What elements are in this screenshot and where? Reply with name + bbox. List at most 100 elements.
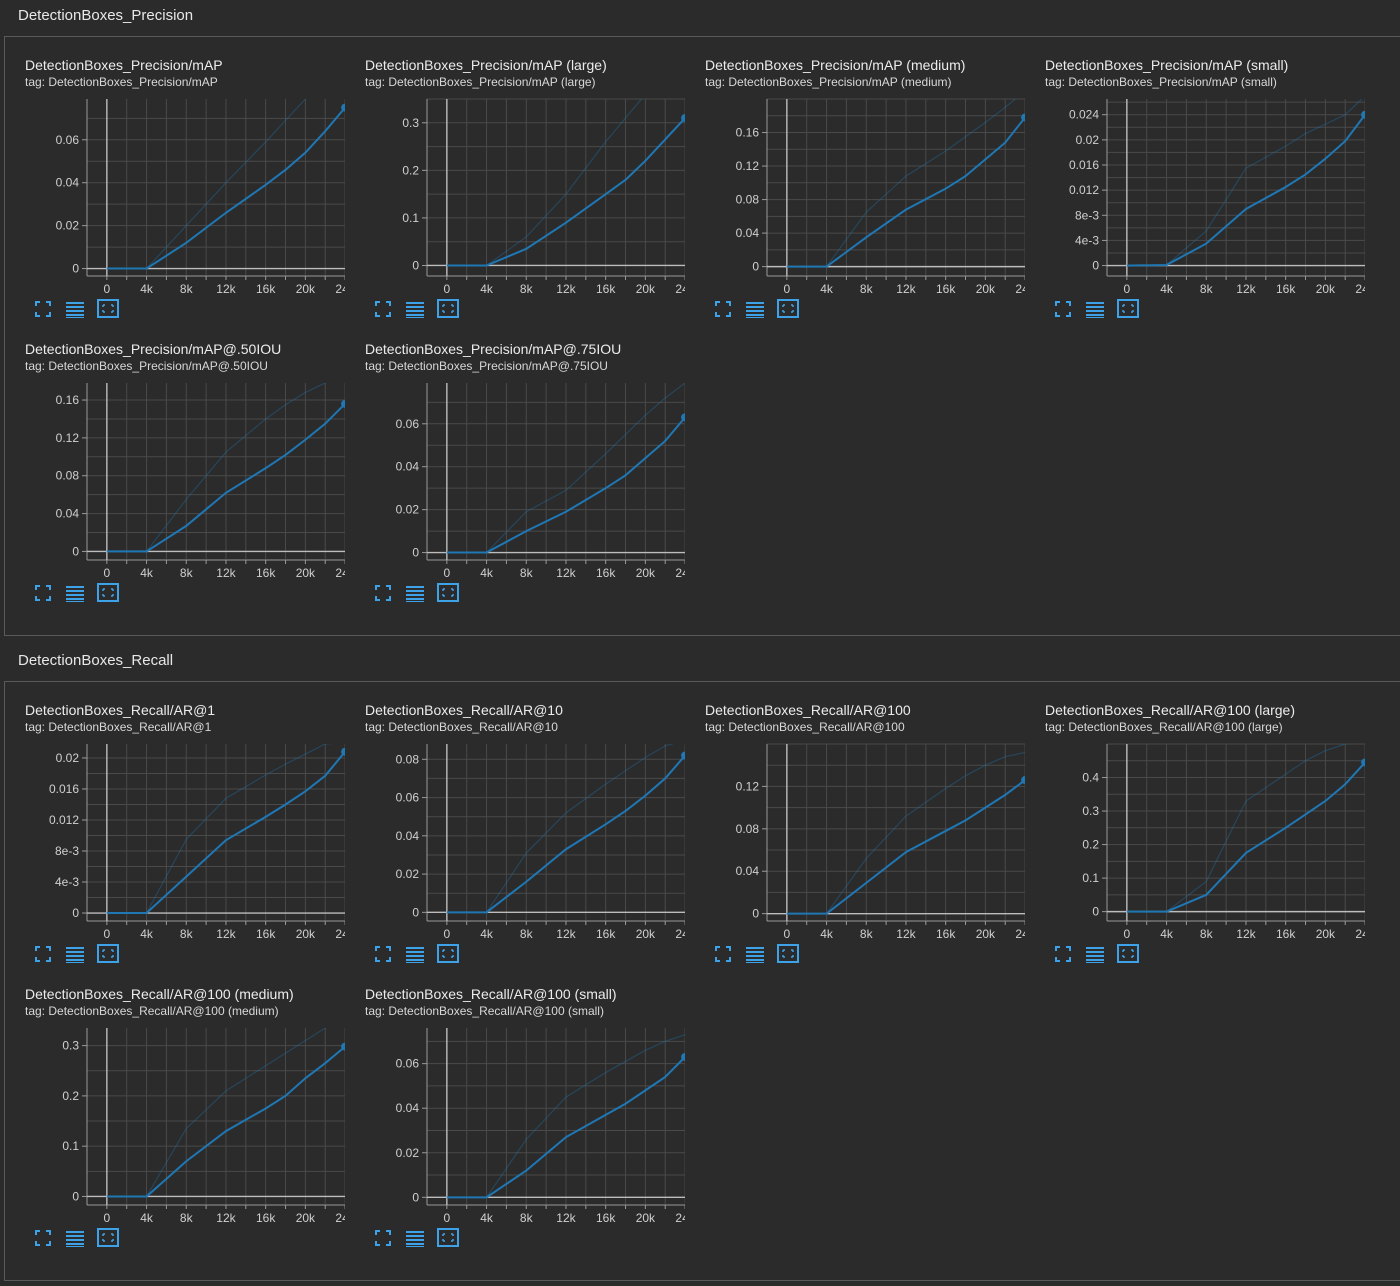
- list-icon[interactable]: [745, 299, 767, 319]
- chart-toolbar: [1053, 944, 1153, 964]
- chart-toolbar: [1053, 299, 1153, 319]
- y-tick-label: 0.04: [396, 460, 420, 474]
- chart-svg[interactable]: 0 4k 8k 12k 16k 20k 24k 0 0.1 0.2 0.3: [5, 966, 345, 1226]
- x-tick-label: 12k: [896, 282, 916, 296]
- list-icon[interactable]: [405, 583, 427, 603]
- chart-svg[interactable]: 0 4k 8k 12k 16k 20k 24k 0 0.04 0.08 0.12 0.16: [685, 37, 1025, 297]
- fullscreen-icon[interactable]: [373, 944, 395, 964]
- chart-svg[interactable]: 0 4k 8k 12k 16k 20k 24k 0 0.02 0.04 0.06: [345, 966, 685, 1226]
- fit-domain-icon[interactable]: [1117, 944, 1139, 964]
- y-tick-label: 0.012: [1069, 183, 1099, 197]
- scalar-chart-card: DetectionBoxes_Recall/AR@100 (medium) tag…: [5, 966, 345, 1250]
- y-tick-label: 0.04: [396, 829, 420, 843]
- chart-svg[interactable]: 0 4k 8k 12k 16k 20k 24k 0 4e-3 8e-3 0.012 0.016 0.02: [5, 682, 345, 942]
- y-tick-label: 0.06: [396, 1057, 420, 1071]
- scalar-chart-card: DetectionBoxes_Precision/mAP (small) tag:…: [1025, 37, 1365, 321]
- y-tick-label: 0: [72, 544, 79, 558]
- fullscreen-icon[interactable]: [713, 944, 735, 964]
- x-tick-label: 0: [104, 927, 111, 941]
- fit-domain-icon[interactable]: [97, 299, 119, 319]
- scalar-chart-card: DetectionBoxes_Precision/mAP tag: Detecti…: [5, 37, 345, 321]
- list-icon[interactable]: [405, 1228, 427, 1248]
- group-header-recall[interactable]: DetectionBoxes_Recall: [0, 645, 1400, 677]
- chart-svg[interactable]: 0 4k 8k 12k 16k 20k 24k 0 0.02 0.04 0.06 0.08: [345, 682, 685, 942]
- chart-svg[interactable]: 0 4k 8k 12k 16k 20k 24k 0 0.02 0.04 0.06: [5, 37, 345, 297]
- y-tick-label: 0: [412, 905, 419, 919]
- scalar-chart-card: DetectionBoxes_Precision/mAP@.50IOU tag: …: [5, 321, 345, 605]
- grid: [87, 383, 345, 559]
- y-tick-label: 0.3: [1082, 804, 1099, 818]
- x-tick-label: 16k: [256, 927, 276, 941]
- list-icon[interactable]: [405, 944, 427, 964]
- fit-domain-icon[interactable]: [97, 944, 119, 964]
- y-tick-label: 0: [412, 258, 419, 272]
- fit-domain-icon[interactable]: [97, 583, 119, 603]
- grid: [767, 743, 1025, 920]
- y-tick-label: 0.012: [49, 813, 79, 827]
- chart-toolbar: [373, 299, 473, 319]
- y-tick-label: 0.04: [736, 226, 760, 240]
- x-tick-label: 0: [1124, 282, 1131, 296]
- grid: [87, 744, 345, 920]
- x-tick-label: 20k: [296, 927, 316, 941]
- chart-svg[interactable]: 0 4k 8k 12k 16k 20k 24k 0 4e-3 8e-3 0.012 0.016 0.02…: [1025, 37, 1365, 297]
- group-header-precision[interactable]: DetectionBoxes_Precision: [0, 0, 1400, 32]
- fit-domain-icon[interactable]: [97, 1228, 119, 1248]
- x-tick-label: 0: [444, 282, 451, 296]
- x-tick-label: 0: [104, 282, 111, 296]
- y-tick-label: 0.1: [62, 1139, 79, 1153]
- fit-domain-icon[interactable]: [437, 583, 459, 603]
- x-tick-label: 16k: [256, 282, 276, 296]
- chart-svg[interactable]: 0 4k 8k 12k 16k 20k 24k 0 0.04 0.08 0.12 0.16: [5, 321, 345, 581]
- x-tick-label: 8k: [1200, 927, 1214, 941]
- chart-svg[interactable]: 0 4k 8k 12k 16k 20k 24k 0 0.1 0.2 0.3: [345, 37, 685, 297]
- fullscreen-icon[interactable]: [33, 1228, 55, 1248]
- list-icon[interactable]: [745, 944, 767, 964]
- y-tick-label: 0.06: [396, 791, 420, 805]
- list-icon[interactable]: [65, 944, 87, 964]
- list-icon[interactable]: [405, 299, 427, 319]
- y-tick-label: 0: [72, 262, 79, 276]
- fullscreen-icon[interactable]: [373, 1228, 395, 1248]
- fit-domain-icon[interactable]: [437, 944, 459, 964]
- list-icon[interactable]: [65, 1228, 87, 1248]
- fit-domain-icon[interactable]: [777, 944, 799, 964]
- fit-domain-icon[interactable]: [777, 299, 799, 319]
- y-tick-label: 0.08: [736, 193, 760, 207]
- chart-svg[interactable]: 0 4k 8k 12k 16k 20k 24k 0 0.04 0.08 0.12: [685, 682, 1025, 942]
- y-tick-label: 0.02: [396, 867, 420, 881]
- fit-domain-icon[interactable]: [437, 1228, 459, 1248]
- fullscreen-icon[interactable]: [33, 944, 55, 964]
- fit-domain-icon[interactable]: [437, 299, 459, 319]
- fullscreen-icon[interactable]: [1053, 944, 1075, 964]
- chart-svg[interactable]: 0 4k 8k 12k 16k 20k 24k 0 0.1 0.2 0.3 0.4: [1025, 682, 1365, 942]
- fullscreen-icon[interactable]: [373, 299, 395, 319]
- list-icon[interactable]: [1085, 299, 1107, 319]
- grid: [87, 99, 345, 275]
- y-tick-label: 4e-3: [55, 875, 79, 889]
- list-icon[interactable]: [1085, 944, 1107, 964]
- x-tick-label: 0: [784, 927, 791, 941]
- x-tick-label: 20k: [1316, 927, 1336, 941]
- x-tick-label: 4k: [480, 1211, 494, 1225]
- y-tick-label: 0.02: [1076, 133, 1100, 147]
- chart-toolbar: [373, 944, 473, 964]
- y-tick-label: 0.02: [396, 1146, 420, 1160]
- y-tick-label: 0: [752, 907, 759, 921]
- x-tick-label: 4k: [1160, 282, 1174, 296]
- chart-toolbar: [33, 299, 133, 319]
- fullscreen-icon[interactable]: [1053, 299, 1075, 319]
- y-tick-label: 8e-3: [55, 844, 79, 858]
- fullscreen-icon[interactable]: [33, 583, 55, 603]
- fullscreen-icon[interactable]: [373, 583, 395, 603]
- chart-toolbar: [713, 299, 813, 319]
- chart-svg[interactable]: 0 4k 8k 12k 16k 20k 24k 0 0.02 0.04 0.06: [345, 321, 685, 581]
- x-tick-label: 0: [104, 1211, 111, 1225]
- list-icon[interactable]: [65, 583, 87, 603]
- list-icon[interactable]: [65, 299, 87, 319]
- fullscreen-icon[interactable]: [33, 299, 55, 319]
- fit-domain-icon[interactable]: [1117, 299, 1139, 319]
- fullscreen-icon[interactable]: [713, 299, 735, 319]
- last-value-point[interactable]: [1361, 110, 1365, 119]
- y-tick-label: 0.02: [396, 503, 420, 517]
